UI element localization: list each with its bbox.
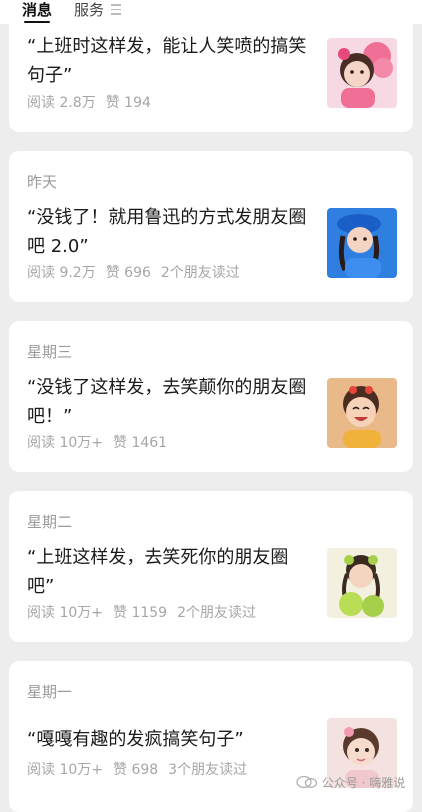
friends-read: 3个朋友读过 xyxy=(168,762,248,778)
girl-pink-balloon-thumbnail xyxy=(327,38,397,108)
article-title: “没钱了这样发，去笑颠你的朋友圈吧！” xyxy=(27,377,307,427)
article-meta: 阅读 9.2万赞 696 2个朋友读过 xyxy=(27,262,250,282)
article-title: “上班时这样发，能让人笑喷的搞笑句子” xyxy=(27,36,307,86)
like-count: 赞 696 xyxy=(105,265,151,281)
read-count: 阅读 10万+ xyxy=(27,762,103,778)
friends-read: 2个朋友读过 xyxy=(177,605,257,621)
article-meta: 阅读 10万+ 赞 698 3个朋友读过 xyxy=(27,759,257,779)
like-count: 赞 1461 xyxy=(113,435,168,451)
article-meta: 阅读 10万+ 赞 1461 xyxy=(27,432,177,452)
girl-green-fruit-thumbnail xyxy=(327,548,397,618)
read-count: 阅读 9.2万 xyxy=(27,265,96,281)
girl-blue-hat-thumbnail xyxy=(327,208,397,278)
date-label: 星期一 xyxy=(27,683,73,701)
date-label: 星期三 xyxy=(27,343,73,361)
tab-messages[interactable]: 消息 xyxy=(22,0,52,23)
date-label: 昨天 xyxy=(27,173,58,191)
wechat-icon xyxy=(296,775,318,789)
top-tab-bar: 消息 服务 xyxy=(0,0,422,24)
like-count: 赞 698 xyxy=(113,762,159,778)
watermark-text: 公众号 · 嗨雅说 xyxy=(321,776,406,790)
article-card[interactable]: 昨天 “没钱了！就用鲁迅的方式发朋友圈吧 2.0” 阅读 9.2万赞 696 2个… xyxy=(9,151,413,302)
article-card[interactable]: 星期二 “上班这样发，去笑死你的朋友圈吧” 阅读 10万+ 赞 1159 2个朋友读… xyxy=(9,491,413,642)
menu-icon[interactable] xyxy=(111,4,121,15)
watermark: 公众号 · 嗨雅说 xyxy=(296,774,405,791)
friends-read: 2个朋友读过 xyxy=(160,265,240,281)
read-count: 阅读 2.8万 xyxy=(27,95,96,111)
date-label: 星期二 xyxy=(27,513,73,531)
tab-services[interactable]: 服务 xyxy=(74,0,104,20)
article-card[interactable]: 星期三 “没钱了这样发，去笑颠你的朋友圈吧！” 阅读 10万+ 赞 1461 xyxy=(9,321,413,472)
article-title: “没钱了！就用鲁迅的方式发朋友圈吧 2.0” xyxy=(27,207,307,257)
read-count: 阅读 10万+ xyxy=(27,605,103,621)
article-title: “上班这样发，去笑死你的朋友圈吧” xyxy=(27,547,289,597)
like-count: 赞 1159 xyxy=(113,605,168,621)
read-count: 阅读 10万+ xyxy=(27,435,103,451)
article-meta: 阅读 10万+ 赞 1159 2个朋友读过 xyxy=(27,602,266,622)
article-title: “嘎嘎有趣的发疯搞笑句子” xyxy=(27,729,244,750)
girl-laughing-thumbnail xyxy=(327,378,397,448)
like-count: 赞 194 xyxy=(105,95,151,111)
article-meta: 阅读 2.8万赞 194 xyxy=(27,92,161,112)
